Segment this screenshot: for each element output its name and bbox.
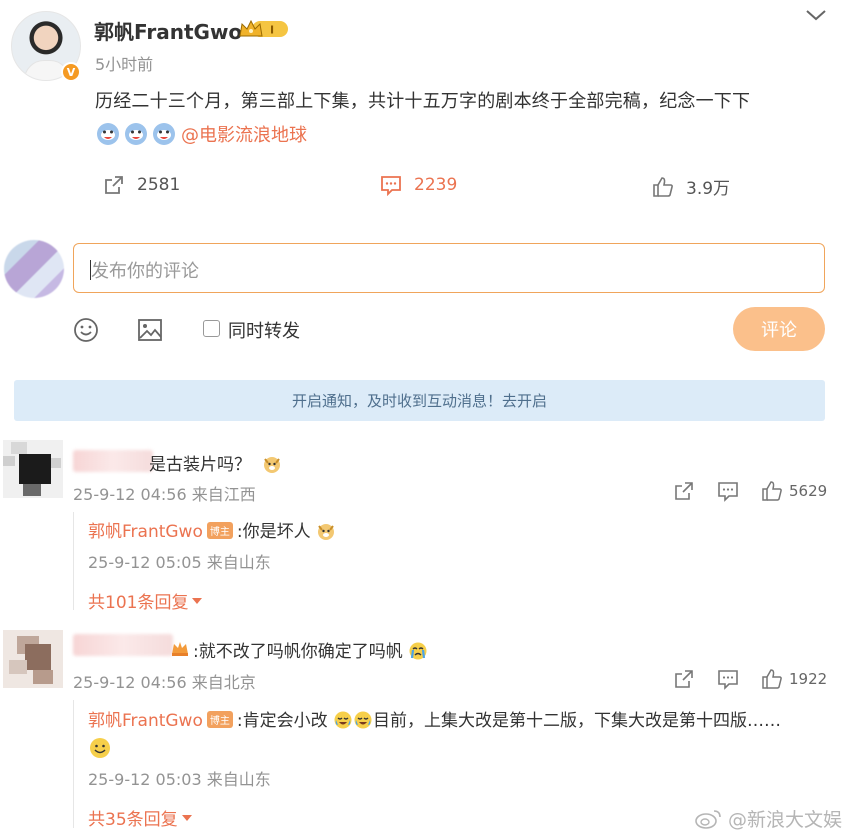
triangle-down-icon <box>181 814 192 821</box>
thumbs-up-icon[interactable] <box>761 668 783 690</box>
comment-actions: 5629 <box>673 480 827 502</box>
crying-emoji-icon <box>409 642 427 660</box>
repost-icon <box>105 176 123 194</box>
emoji-icon[interactable] <box>72 316 100 344</box>
mention-link[interactable]: @电影流浪地球 <box>181 121 307 147</box>
comment-icon <box>381 176 401 196</box>
verified-badge: V <box>61 62 81 82</box>
thumbs-up-icon <box>653 176 673 197</box>
smile-emoji-icon <box>90 738 110 758</box>
reply-author[interactable]: 郭帆FrantGwo <box>88 711 203 731</box>
watermark: @新浪大文娱 <box>694 805 842 832</box>
commenter-name-blurred[interactable] <box>73 450 153 472</box>
comment-like-count: 5629 <box>789 482 828 500</box>
reply-text: 郭帆FrantGwo 博主:肯定会小改 目前，上集大改是第十二版，下集大改是第十四… <box>88 711 782 731</box>
comment-meta: 25-9-12 04:56 来自北京 <box>73 673 256 692</box>
reply-author[interactable]: 郭帆FrantGwo <box>88 522 203 542</box>
comment-text: :就不改了吗帆你确定了吗帆 <box>193 637 428 662</box>
also-repost-checkbox[interactable] <box>203 320 220 337</box>
like-button[interactable]: 3.9万 <box>652 174 730 199</box>
blue-face-emoji-icon <box>125 123 147 145</box>
post-time[interactable]: 5小时前 <box>95 51 153 75</box>
svg-text:I: I <box>270 24 274 37</box>
more-replies-link[interactable]: 共101条回复 <box>88 588 203 613</box>
commenter-avatar[interactable] <box>3 630 63 688</box>
image-icon[interactable] <box>136 316 164 344</box>
reply-text: 郭帆FrantGwo 博主:你是坏人 <box>88 517 336 542</box>
blogger-tag: 博主 <box>206 522 233 539</box>
comment-text: 是古装片吗？ <box>149 450 282 475</box>
reply-meta: 25-9-12 05:05 来自山东 <box>88 553 271 572</box>
post-author-name[interactable]: 郭帆FrantGwo <box>94 16 242 45</box>
like-count: 3.9万 <box>686 179 731 199</box>
comment-count: 2239 <box>414 175 458 195</box>
fan-badge-icon <box>172 642 188 656</box>
doge-emoji-icon <box>264 457 281 473</box>
blogger-tag: 博主 <box>206 711 233 728</box>
chevron-down-icon[interactable] <box>805 8 827 22</box>
repost-button[interactable]: 2581 <box>103 174 180 196</box>
current-user-avatar <box>4 240 64 298</box>
notification-banner[interactable]: 开启通知，及时收到互动消息！去开启 <box>14 380 825 421</box>
thumbs-up-icon[interactable] <box>761 480 783 502</box>
also-repost-label[interactable]: 同时转发 <box>228 317 300 343</box>
more-replies-link[interactable]: 共35条回复 <box>88 805 192 830</box>
comment-button[interactable]: 2239 <box>380 174 457 196</box>
blue-face-emoji-icon <box>97 123 119 145</box>
reply-meta: 25-9-12 05:03 来自山东 <box>88 770 271 789</box>
blue-face-emoji-icon <box>153 123 175 145</box>
commenter-name-blurred[interactable] <box>73 634 173 656</box>
reply-icon[interactable] <box>717 480 739 502</box>
weibo-logo-icon <box>695 809 721 829</box>
laughing-crying-emoji-icon <box>334 711 352 729</box>
share-icon[interactable] <box>673 480 695 502</box>
doge-emoji-icon <box>318 524 335 540</box>
crown-badge-icon: I <box>239 19 288 37</box>
commenter-avatar[interactable] <box>3 440 63 498</box>
comment-input[interactable]: 发布你的评论 <box>73 243 825 293</box>
reply-icon[interactable] <box>717 668 739 690</box>
comment-actions: 1922 <box>673 668 827 690</box>
comment-meta: 25-9-12 04:56 来自江西 <box>73 485 256 504</box>
repost-count: 2581 <box>137 175 181 195</box>
laughing-crying-emoji-icon <box>354 711 372 729</box>
submit-comment-button[interactable]: 评论 <box>733 307 825 351</box>
triangle-down-icon <box>192 597 203 604</box>
post-emoji-row: @电影流浪地球 <box>95 121 307 147</box>
post-text: 历经二十三个月，第三部上下集，共计十五万字的剧本终于全部完稿，纪念一下下 <box>95 91 751 112</box>
share-icon[interactable] <box>673 668 695 690</box>
comment-like-count: 1922 <box>789 670 828 688</box>
